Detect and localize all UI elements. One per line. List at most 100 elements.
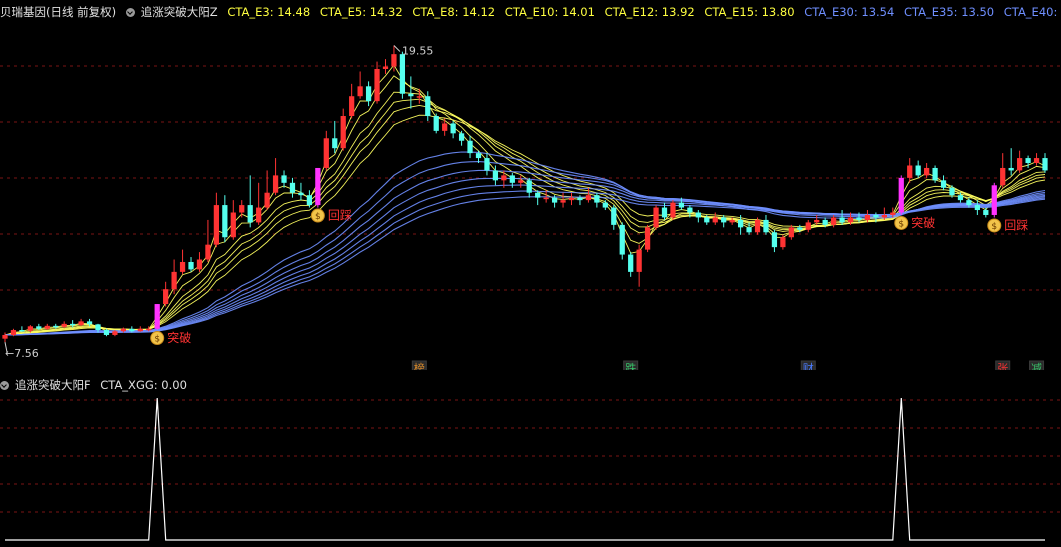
candle-body [991, 185, 997, 215]
candle-body [687, 207, 693, 213]
candle-body [239, 205, 245, 213]
candle-body [323, 138, 329, 168]
candle-body [2, 334, 8, 339]
candle-body [628, 254, 634, 272]
candle-body [729, 219, 735, 223]
candle-body [560, 200, 566, 203]
candle-body [1025, 158, 1031, 164]
xgg-indicator-chart[interactable] [0, 370, 1061, 547]
candle-body [890, 212, 896, 215]
ema-label: CTA_E12: 13.92 [604, 5, 695, 19]
candle-body [873, 214, 879, 218]
ema-label: CTA_E35: 13.50 [903, 5, 995, 19]
candle-body [501, 175, 507, 181]
candle-body [10, 330, 17, 335]
candle-body [915, 165, 921, 176]
candle-body [374, 69, 380, 102]
ema-line [4, 184, 1046, 336]
candle-body [129, 328, 135, 332]
candle-body [670, 202, 676, 218]
candle-body [205, 244, 211, 260]
candle-body [763, 219, 769, 233]
candle-body [467, 140, 473, 154]
candle-body [213, 205, 220, 245]
candle-body [551, 197, 558, 203]
candle-body [864, 214, 871, 220]
money-bag-icon-glyph: $ [991, 222, 997, 232]
candle-body [1042, 158, 1048, 171]
candle-body [425, 96, 431, 117]
candle-body [382, 66, 389, 70]
candle-body [940, 180, 947, 188]
candle-body [53, 325, 59, 328]
candle-body [526, 180, 532, 193]
candle-body [222, 205, 228, 238]
sub-indicator-name[interactable]: 追涨突破大阳F [15, 378, 91, 392]
ema-line [4, 114, 1046, 336]
candle-body [602, 202, 608, 208]
candle-body [721, 217, 727, 223]
candle-body [847, 217, 854, 223]
candle-body [754, 219, 761, 233]
candle-body [653, 207, 659, 228]
candle-body [450, 123, 456, 134]
news-tag-label: 张 [997, 362, 1008, 370]
candle-body [966, 200, 972, 206]
candle-body [137, 328, 143, 332]
candle-body [974, 205, 980, 211]
ema-label: CTA_E8: 14.12 [412, 5, 496, 19]
low-price-label: ←7.56 [5, 347, 39, 360]
candle-body [678, 202, 685, 208]
stock-title[interactable]: 贝瑞基因(日线 前复权) [0, 5, 116, 19]
news-tag-label: 跌 [625, 361, 636, 370]
candle-body [881, 214, 887, 218]
candle-body [712, 217, 718, 223]
indicator-menu-icon[interactable] [0, 381, 9, 390]
candle-body [103, 330, 110, 335]
candle-body [509, 175, 515, 183]
signal-label: 突破 [911, 215, 935, 230]
xgg-value-label: CTA_XGG: 0.00 [100, 378, 187, 392]
candle-body [822, 219, 828, 225]
candle-body [932, 167, 938, 181]
candle-body [289, 182, 296, 193]
chart-stage[interactable]: 19.55 ←7.56 $ 突破 $ 回踩 $ 突破 $ 回踩榜 跌 财 张 减 贝瑞基因(日线 前复权)… [0, 0, 1061, 547]
candle-body [737, 219, 744, 228]
main-price-chart[interactable]: 19.55 ←7.56 $ 突破 $ 回踩 $ 突破 $ 回踩榜 跌 财 张 减 [0, 0, 1061, 370]
candle-body [1033, 158, 1040, 164]
candle-body [86, 321, 93, 325]
candle-body [416, 96, 422, 98]
candle-body [78, 321, 84, 326]
indicator-menu-icon[interactable] [125, 8, 135, 17]
candle-body [458, 133, 465, 141]
candle-body [120, 328, 126, 332]
candle-body [171, 271, 177, 290]
xgg-series-line [5, 397, 1045, 541]
candle-body [535, 192, 541, 198]
candle-body [924, 167, 930, 176]
ema-line [4, 161, 1046, 336]
candle-body [543, 197, 549, 200]
candle-body [306, 195, 313, 206]
candle-body [839, 217, 845, 223]
candle-body [1017, 158, 1023, 171]
candle-body [36, 326, 42, 329]
candle-body [949, 187, 955, 196]
candle-body [315, 167, 321, 206]
candle-body [619, 224, 625, 255]
candle-body [408, 93, 414, 97]
money-bag-icon-glyph: $ [898, 219, 904, 229]
ema-label: CTA_E30: 13.54 [804, 5, 895, 19]
signal-label: 回踩 [1004, 218, 1028, 232]
candle-body [907, 165, 913, 178]
main-indicator-name[interactable]: 追涨突破大阳Z [141, 5, 218, 19]
money-bag-icon-glyph: $ [154, 335, 160, 345]
candle-body [281, 175, 287, 183]
news-tag-label: 榜 [414, 361, 425, 370]
candle-body [247, 205, 253, 223]
candle-body [19, 330, 25, 332]
candle-body [636, 249, 642, 272]
candle-body [61, 323, 67, 327]
candle-body [983, 210, 989, 215]
ema-label: CTA_E5: 14.32 [319, 5, 403, 19]
